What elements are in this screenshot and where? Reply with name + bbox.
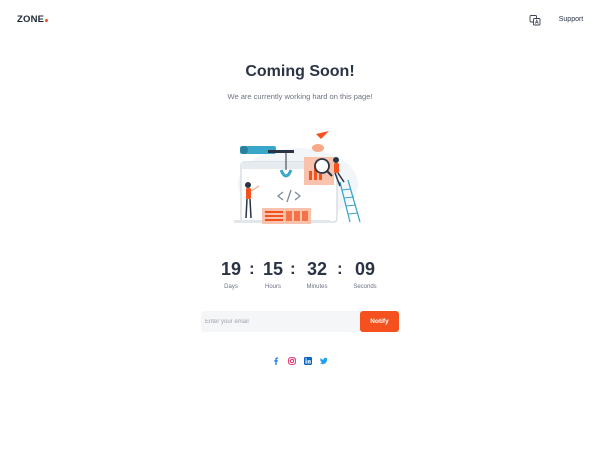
minutes-label: Minutes — [306, 284, 328, 290]
days-value: 19 — [220, 259, 242, 279]
brand-logo[interactable]: ZONE — [17, 14, 49, 25]
translate-icon[interactable] — [529, 13, 541, 26]
page-subtitle: We are currently working hard on this pa… — [227, 92, 373, 101]
top-bar: ZONE Support — [0, 0, 600, 40]
minutes-value: 32 — [306, 259, 328, 279]
countdown-days: 19 Days — [219, 258, 243, 290]
logo-dot — [45, 19, 49, 22]
countdown-separator: : — [249, 259, 255, 278]
countdown-seconds: 09 Seconds — [353, 258, 377, 290]
email-field[interactable] — [201, 311, 359, 332]
seconds-label: Seconds — [353, 284, 377, 290]
countdown-separator: : — [290, 259, 296, 278]
countdown-separator: : — [337, 259, 343, 278]
countdown-minutes: 32 Minutes — [305, 258, 329, 290]
hours-label: Hours — [264, 284, 281, 290]
linkedin-icon[interactable] — [304, 352, 312, 365]
page-title: Coming Soon! — [245, 63, 355, 80]
countdown-hours: 15 Hours — [261, 258, 285, 290]
countdown-timer: 19 Days : 15 Hours : 32 Minutes : 09 Sec… — [214, 258, 390, 298]
seconds-value: 09 — [354, 259, 376, 279]
facebook-icon[interactable] — [272, 352, 280, 365]
support-button[interactable]: Support — [551, 12, 591, 28]
social-links — [272, 352, 330, 365]
logo-text: ZONE — [17, 14, 45, 25]
twitter-icon[interactable] — [320, 352, 328, 365]
subscribe-form: Notify — [201, 311, 399, 332]
days-label: Days — [224, 284, 238, 290]
construction-illustration — [228, 122, 372, 230]
hours-value: 15 — [262, 259, 284, 279]
notify-button[interactable]: Notify — [360, 311, 399, 332]
instagram-icon[interactable] — [288, 352, 296, 365]
